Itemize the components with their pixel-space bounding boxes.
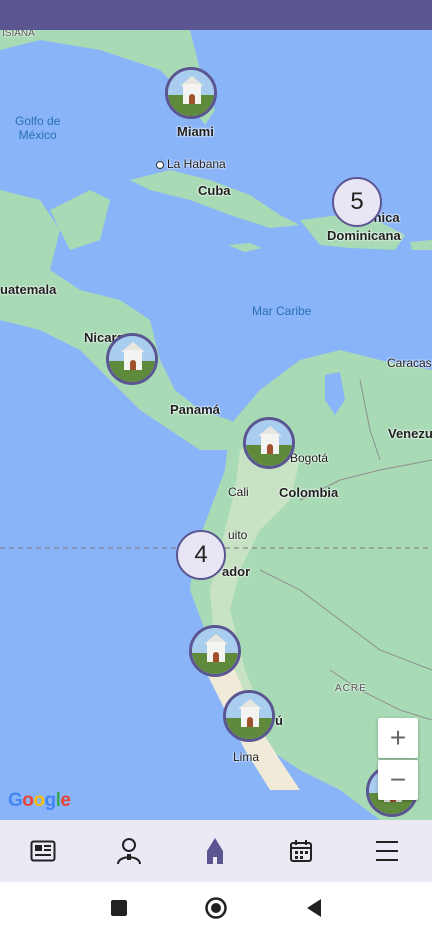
church-marker-peru[interactable] [223,690,275,742]
map-view[interactable]: ISIANA Golfo de México Miami La Habana C… [0,30,432,820]
person-icon [117,838,141,865]
church-marker-nicaragua[interactable] [106,333,158,385]
bottom-nav [0,820,432,882]
city-dot-icon [156,160,164,169]
cluster-marker-ecuador[interactable]: 4 [176,530,226,580]
label-la-habana: La Habana [156,157,226,171]
zoom-out-button[interactable]: − [378,760,418,800]
label-dominicana: Dominicana [327,228,401,243]
nav-item-menu[interactable] [344,820,430,882]
label-guatemala: uatemala [0,282,57,297]
label-cuba: Cuba [198,183,231,198]
nav-item-priest[interactable] [86,820,172,882]
back-triangle-icon [307,899,321,917]
label-bogota: Bogotá [290,451,329,465]
label-peru: ú [275,713,283,728]
church-icon [207,838,223,864]
status-bar [0,0,432,30]
label-panama: Panamá [170,402,220,417]
church-marker-colombia[interactable] [243,417,295,469]
label-mar-caribe: Mar Caribe [252,304,312,318]
map-base [0,30,432,820]
zoom-in-button[interactable]: + [378,718,418,758]
home-button[interactable] [200,892,232,924]
label-acre: ACRE [335,683,367,694]
label-venezuela: Venezu [388,426,432,441]
calendar-icon [290,840,312,862]
church-marker-miami[interactable] [165,67,217,119]
label-colombia: Colombia [279,485,339,500]
label-golfo-de-mexico: Golfo de México [15,114,61,142]
label-la-habana-text: La Habana [167,157,226,171]
google-logo: Google [8,790,71,811]
nav-item-news[interactable] [0,820,86,882]
back-button[interactable] [298,892,330,924]
church-marker-ecuador[interactable] [189,625,241,677]
menu-icon [376,841,398,861]
label-louisiana: ISIANA [2,30,35,39]
label-quito: uito [228,528,248,542]
recents-button[interactable] [103,892,135,924]
label-lima: Lima [233,750,260,764]
label-ecuador: ador [222,564,251,579]
square-icon [111,900,127,916]
cluster-marker-caribbean[interactable]: 5 [332,177,382,227]
nav-item-church[interactable] [172,820,258,882]
label-caracas: Caracas [387,356,432,370]
system-nav-bar [0,882,432,935]
nav-item-calendar[interactable] [258,820,344,882]
circle-icon [205,897,227,919]
label-miami: Miami [177,124,214,139]
newspaper-icon [30,840,56,862]
label-cali: Cali [228,485,249,499]
